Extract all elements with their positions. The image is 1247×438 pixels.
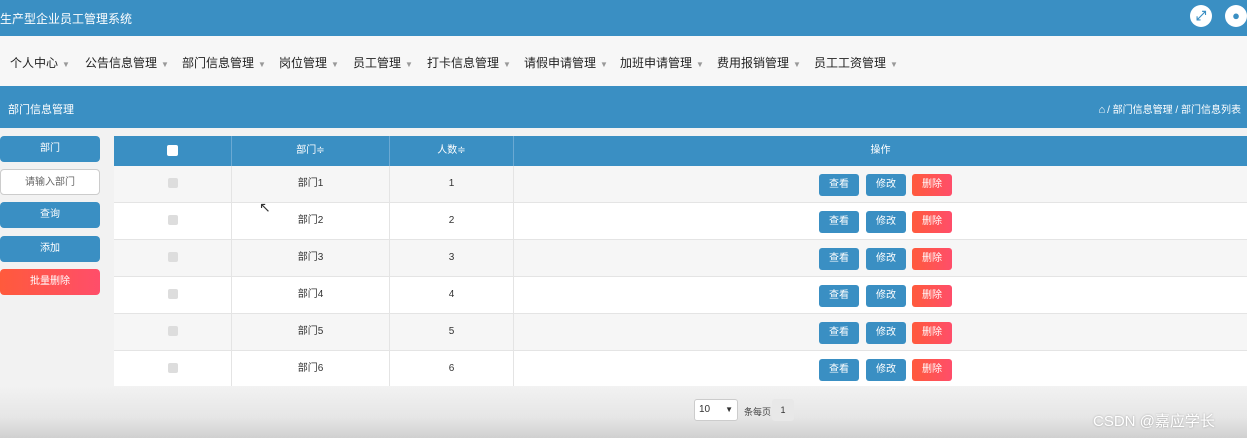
delete-button[interactable]: 删除 xyxy=(912,211,952,233)
page-header: 部门信息管理 ⌂ / 部门信息管理 / 部门信息列表 xyxy=(0,86,1247,128)
select-all-cell xyxy=(114,136,232,166)
column-header-actions: 操作 xyxy=(870,145,891,156)
nav-item-expense[interactable]: 费用报销管理 ▼ xyxy=(717,54,801,71)
row-checkbox[interactable] xyxy=(167,252,178,263)
user-icon[interactable]: ● xyxy=(1225,5,1247,27)
department-count: 6 xyxy=(390,351,514,387)
table-row: 部门1 1 查看 修改 删除 xyxy=(114,166,1247,203)
chevron-down-icon: ▼ xyxy=(503,60,511,69)
department-name: 部门4 xyxy=(232,277,390,313)
row-checkbox[interactable] xyxy=(167,326,178,337)
row-checkbox[interactable] xyxy=(167,215,178,226)
edit-button[interactable]: 修改 xyxy=(866,322,906,344)
select-all-checkbox[interactable] xyxy=(167,144,178,156)
department-count: 2 xyxy=(390,203,514,239)
mouse-cursor-icon: ↖ xyxy=(259,199,271,215)
row-checkbox[interactable] xyxy=(167,178,178,189)
page-number[interactable]: 1 xyxy=(772,399,794,421)
delete-button[interactable]: 删除 xyxy=(912,285,952,307)
chevron-down-icon: ▼ xyxy=(890,60,898,69)
table-row: 部门2 2 查看 修改 删除 xyxy=(114,203,1247,240)
view-button[interactable]: 查看 xyxy=(819,285,859,307)
edit-button[interactable]: 修改 xyxy=(866,359,906,381)
department-count: 4 xyxy=(390,277,514,313)
chevron-down-icon: ▼ xyxy=(725,405,733,414)
chevron-down-icon: ▼ xyxy=(600,60,608,69)
department-name: 部门6 xyxy=(232,351,390,387)
main-nav: 个人中心 ▼ 公告信息管理 ▼ 部门信息管理 ▼ 岗位管理 ▼ 员工管理 ▼ 打卡信息管理… xyxy=(0,36,1247,86)
department-name: 部门1 xyxy=(232,166,390,202)
chevron-down-icon: ▼ xyxy=(793,60,801,69)
department-name: 部门2 xyxy=(232,203,390,239)
edit-button[interactable]: 修改 xyxy=(866,211,906,233)
table-row: 部门6 6 查看 修改 删除 xyxy=(114,351,1247,388)
top-bar: 生产型企业员工管理系统 ⤢ ● xyxy=(0,0,1247,36)
chevron-down-icon: ▼ xyxy=(331,60,339,69)
edit-button[interactable]: 修改 xyxy=(866,174,906,196)
edit-button[interactable]: 修改 xyxy=(866,285,906,307)
table-header: 部门≑ 人数≑ 操作 xyxy=(114,136,1247,166)
table-row: 部门3 3 查看 修改 删除 xyxy=(114,240,1247,277)
view-button[interactable]: 查看 xyxy=(819,211,859,233)
column-header-department[interactable]: 部门≑ xyxy=(232,136,390,166)
page-size-select[interactable]: 10 ▼ xyxy=(694,399,738,421)
nav-item-salary[interactable]: 员工工资管理 ▼ xyxy=(814,54,898,71)
department-search-input[interactable]: 请输入部门 xyxy=(0,169,100,195)
batch-delete-button[interactable]: 批量删除 xyxy=(0,269,100,295)
department-count: 1 xyxy=(390,166,514,202)
nav-item-position[interactable]: 岗位管理 ▼ xyxy=(279,54,339,71)
table-row: 部门5 5 查看 修改 删除 xyxy=(114,314,1247,351)
nav-item-leave[interactable]: 请假申请管理 ▼ xyxy=(524,54,608,71)
chevron-down-icon: ▼ xyxy=(258,60,266,69)
home-icon[interactable]: ⌂ xyxy=(1098,104,1105,116)
department-name: 部门3 xyxy=(232,240,390,276)
edit-button[interactable]: 修改 xyxy=(866,248,906,270)
view-button[interactable]: 查看 xyxy=(819,248,859,270)
view-button[interactable]: 查看 xyxy=(819,322,859,344)
department-field-label: 部门 xyxy=(0,136,100,162)
breadcrumb: ⌂ / 部门信息管理 / 部门信息列表 xyxy=(1098,104,1241,116)
app-title: 生产型企业员工管理系统 xyxy=(0,12,133,26)
delete-button[interactable]: 删除 xyxy=(912,359,952,381)
department-count: 5 xyxy=(390,314,514,350)
row-checkbox[interactable] xyxy=(167,289,178,300)
chevron-down-icon: ▼ xyxy=(62,60,70,69)
delete-button[interactable]: 删除 xyxy=(912,322,952,344)
column-header-count[interactable]: 人数≑ xyxy=(390,136,514,166)
watermark: CSDN @嘉应学长 xyxy=(1093,413,1215,430)
page-title: 部门信息管理 xyxy=(8,104,74,116)
department-count: 3 xyxy=(390,240,514,276)
table-row: 部门4 4 查看 修改 删除 xyxy=(114,277,1247,314)
query-button[interactable]: 查询 xyxy=(0,202,100,228)
chevron-down-icon: ▼ xyxy=(161,60,169,69)
add-button[interactable]: 添加 xyxy=(0,236,100,262)
view-button[interactable]: 查看 xyxy=(819,359,859,381)
nav-item-notice[interactable]: 公告信息管理 ▼ xyxy=(85,54,169,71)
row-checkbox[interactable] xyxy=(167,363,178,374)
nav-item-overtime[interactable]: 加班申请管理 ▼ xyxy=(620,54,704,71)
nav-item-department[interactable]: 部门信息管理 ▼ xyxy=(182,54,266,71)
nav-item-employee[interactable]: 员工管理 ▼ xyxy=(353,54,413,71)
pagination-bar xyxy=(0,386,1247,438)
chevron-down-icon: ▼ xyxy=(696,60,704,69)
nav-item-clock-in[interactable]: 打卡信息管理 ▼ xyxy=(427,54,511,71)
department-name: 部门5 xyxy=(232,314,390,350)
nav-item-personal-center[interactable]: 个人中心 ▼ xyxy=(10,54,70,71)
expand-icon[interactable]: ⤢ xyxy=(1190,5,1212,27)
chevron-down-icon: ▼ xyxy=(405,60,413,69)
delete-button[interactable]: 删除 xyxy=(912,248,952,270)
delete-button[interactable]: 删除 xyxy=(912,174,952,196)
department-table: 部门≑ 人数≑ 操作 部门1 1 查看 修改 删除 部门2 2 查看 修改 删除… xyxy=(114,136,1247,388)
view-button[interactable]: 查看 xyxy=(819,174,859,196)
per-page-label: 条每页 xyxy=(744,407,772,417)
